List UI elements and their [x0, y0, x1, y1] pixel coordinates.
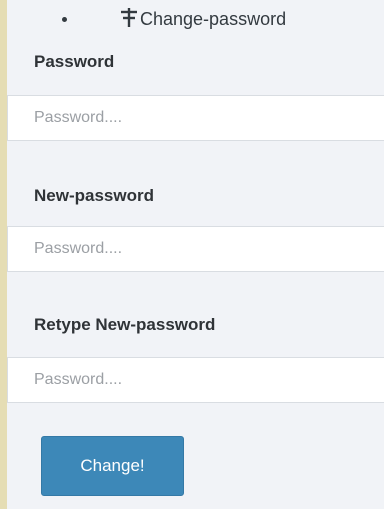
retype-password-label: Retype New-password [34, 315, 216, 334]
sliders-icon [118, 6, 140, 33]
breadcrumb-label: Change-password [140, 9, 287, 29]
password-field[interactable] [7, 95, 384, 141]
new-password-field[interactable] [7, 226, 384, 272]
change-password-button[interactable]: Change! [41, 436, 184, 496]
retype-password-field[interactable] [7, 357, 384, 403]
password-label: Password [34, 52, 115, 71]
list-bullet [62, 17, 67, 22]
new-password-label: New-password [34, 186, 154, 205]
breadcrumb[interactable]: Change-password [118, 6, 286, 33]
